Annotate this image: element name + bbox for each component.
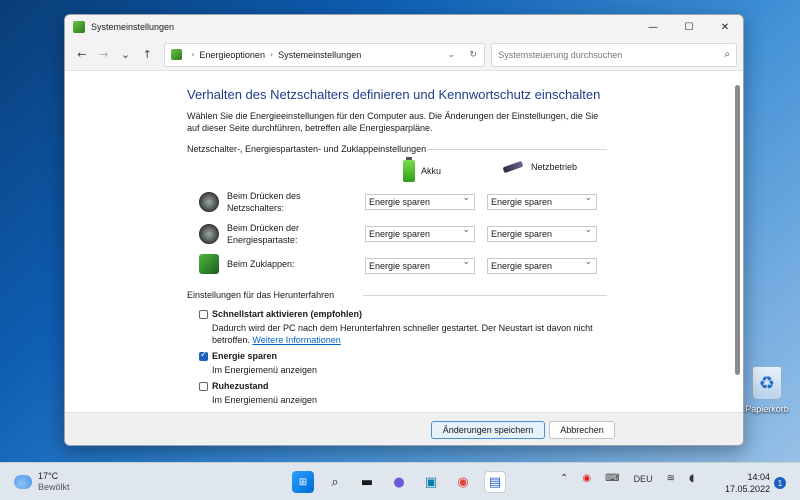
address-bar[interactable]: › Energieoptionen › Systemeinstellungen … xyxy=(164,42,486,67)
chat-icon[interactable]: ● xyxy=(388,471,410,493)
forward-button[interactable]: → xyxy=(93,44,115,66)
window-title: Systemeinstellungen xyxy=(91,22,175,32)
address-dropdown-icon[interactable]: ⌄ xyxy=(440,50,462,60)
up-button[interactable]: ↑ xyxy=(136,44,158,66)
recycle-bin-label: Papierkorb xyxy=(745,404,789,414)
checkbox-box-checked[interactable] xyxy=(199,350,208,361)
shutdown-group-title: Einstellungen für das Herunterfahren xyxy=(187,290,335,300)
close-button[interactable]: ✕ xyxy=(707,15,743,39)
search-placeholder: Systemsteuerung durchsuchen xyxy=(498,49,623,60)
power-button-row: Beim Drücken des Netzschalters: xyxy=(199,190,357,214)
divider xyxy=(363,295,607,296)
divider xyxy=(427,149,607,150)
navigation-bar: ← → ⌄ ↑ › Energieoptionen › Systemeinste… xyxy=(65,39,743,71)
page-heading: Verhalten des Netzschalters definieren u… xyxy=(187,87,601,102)
checkbox-box[interactable] xyxy=(199,382,208,391)
minimize-button[interactable]: — xyxy=(635,15,671,39)
lid-close-battery-select[interactable]: Energie sparen xyxy=(365,257,475,274)
column-label-ac: Netzbetrieb xyxy=(531,162,578,172)
wifi-icon[interactable]: ≋ xyxy=(667,473,675,484)
back-button[interactable]: ← xyxy=(71,44,93,66)
start-icon[interactable]: ⊞ xyxy=(292,471,314,493)
task-view-icon[interactable]: ▬ xyxy=(356,471,378,493)
language-indicator[interactable]: DEU xyxy=(634,474,653,484)
system-tray: ⌃ ◉ ⌨ DEU ≋ ◖ xyxy=(560,473,698,484)
remote-desktop-icon[interactable]: ▣ xyxy=(420,471,442,493)
clock[interactable]: 14:04 17.05.2022 xyxy=(720,471,770,495)
clock-date: 17.05.2022 xyxy=(724,484,770,494)
lid-close-ac-select[interactable]: Energie sparen xyxy=(487,257,597,274)
cloud-icon xyxy=(14,475,32,489)
sleep-button-icon xyxy=(199,224,219,244)
battery-icon xyxy=(403,157,415,182)
search-icon[interactable]: ⌕ xyxy=(324,471,346,493)
vertical-scrollbar[interactable] xyxy=(733,75,741,415)
search-input[interactable]: Systemsteuerung durchsuchen ⌕ xyxy=(491,42,738,67)
search-icon[interactable]: ⌕ xyxy=(724,49,730,60)
breadcrumb-energieoptionen[interactable]: Energieoptionen xyxy=(199,50,265,60)
sleep-button-label: Beim Drücken der Energiespartaste: xyxy=(227,223,300,245)
title-bar: Systemeinstellungen — ☐ ✕ xyxy=(65,15,743,39)
cancel-button[interactable]: Abbrechen xyxy=(549,421,615,439)
breadcrumb-separator: › xyxy=(191,50,195,59)
scrollbar-thumb[interactable] xyxy=(735,85,740,375)
sleep-description: Im Energiemenü anzeigen xyxy=(212,365,318,375)
record-icon[interactable]: ◉ xyxy=(582,473,591,484)
power-plug-icon xyxy=(501,160,525,174)
taskbar: 17°C Bewölkt ⊞ ⌕ ▬ ● ▣ ◉ ▤ ⌃ ◉ ⌨ DEU ≋ ◖… xyxy=(0,462,800,500)
power-button-ac-select[interactable]: Energie sparen xyxy=(487,193,597,210)
column-header-ac: Netzbetrieb xyxy=(501,160,577,174)
maximize-button[interactable]: ☐ xyxy=(671,15,707,39)
checkbox-box[interactable] xyxy=(199,310,208,319)
sleep-button-ac-select[interactable]: Energie sparen xyxy=(487,225,597,242)
chrome-icon[interactable]: ◉ xyxy=(452,471,474,493)
taskbar-apps: ⊞ ⌕ ▬ ● ▣ ◉ ▤ xyxy=(292,471,516,493)
power-button-battery-select[interactable]: Energie sparen xyxy=(365,193,475,210)
recycle-bin-desktop-icon[interactable]: Papierkorb xyxy=(742,366,792,414)
fast-startup-checkbox[interactable]: Schnellstart aktivieren (empfohlen) xyxy=(199,309,362,319)
weather-description: Bewölkt xyxy=(38,482,70,492)
content-area: Verhalten des Netzschalters definieren u… xyxy=(65,72,733,412)
hibernate-label[interactable]: Ruhezustand xyxy=(212,381,269,391)
sleep-checkbox[interactable]: Energie sparen xyxy=(199,350,277,361)
power-button-label: Beim Drücken des Netzschalters: xyxy=(227,191,301,213)
more-info-link[interactable]: Weitere Informationen xyxy=(252,335,340,345)
weather-temperature: 17°C xyxy=(38,471,59,481)
column-label-battery: Akku xyxy=(421,166,442,176)
breadcrumb-systemeinstellungen[interactable]: Systemeinstellungen xyxy=(278,50,361,60)
save-changes-button[interactable]: Änderungen speichern xyxy=(431,421,545,439)
tray-chevron-icon[interactable]: ⌃ xyxy=(560,473,568,484)
system-settings-window: Systemeinstellungen — ☐ ✕ ← → ⌄ ↑ › Ener… xyxy=(64,14,744,446)
control-panel-icon xyxy=(171,49,183,60)
breadcrumb-separator: › xyxy=(269,50,274,59)
recent-locations-button[interactable]: ⌄ xyxy=(115,44,137,66)
fast-startup-description: Dadurch wird der PC nach dem Herunterfah… xyxy=(212,322,602,346)
sleep-label[interactable]: Energie sparen xyxy=(212,351,277,361)
recycle-bin-icon xyxy=(752,366,782,400)
power-buttons-group-title: Netzschalter-, Energiespartasten- und Zu… xyxy=(187,144,427,154)
notification-badge[interactable]: 1 xyxy=(774,477,786,489)
power-button-icon xyxy=(199,192,219,212)
hibernate-description: Im Energiemenü anzeigen xyxy=(212,395,318,405)
keyboard-icon[interactable]: ⌨ xyxy=(605,473,619,484)
sleep-button-row: Beim Drücken der Energiespartaste: xyxy=(199,222,357,246)
dialog-footer: Änderungen speichern Abbrechen xyxy=(65,412,743,445)
control-panel-icon xyxy=(73,21,85,33)
page-intro: Wählen Sie die Energieeinstellungen für … xyxy=(187,111,599,133)
fast-startup-label[interactable]: Schnellstart aktivieren (empfohlen) xyxy=(212,309,362,319)
volume-icon[interactable]: ◖ xyxy=(689,473,694,484)
clock-time: 14:04 xyxy=(747,472,770,482)
hibernate-checkbox[interactable]: Ruhezustand xyxy=(199,381,269,391)
control-panel-taskbar-icon[interactable]: ▤ xyxy=(484,471,506,493)
column-header-battery: Akku xyxy=(403,157,442,182)
lid-close-label: Beim Zuklappen: xyxy=(227,259,295,269)
laptop-lid-icon xyxy=(199,254,219,274)
refresh-icon[interactable]: ↻ xyxy=(462,50,484,60)
weather-widget[interactable]: 17°C Bewölkt xyxy=(14,471,70,493)
lid-close-row: Beim Zuklappen: xyxy=(199,254,357,274)
sleep-button-battery-select[interactable]: Energie sparen xyxy=(365,225,475,242)
